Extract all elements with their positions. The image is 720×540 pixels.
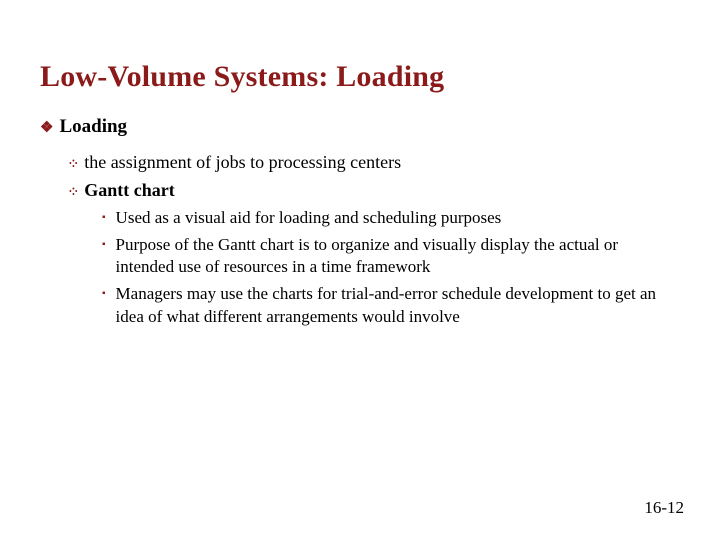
subbullet-visual-aid: ▪ Used as a visual aid for loading and s…	[102, 207, 680, 230]
bullet-text: the assignment of jobs to processing cen…	[84, 150, 401, 174]
slide-title: Low-Volume Systems: Loading	[40, 60, 680, 94]
bullet-assignment: ܀ the assignment of jobs to processing c…	[68, 150, 680, 174]
subbullet-text: Purpose of the Gantt chart is to organiz…	[116, 234, 660, 280]
slide: Low-Volume Systems: Loading ❖ Loading ܀ …	[0, 0, 720, 540]
subbullet-text: Managers may use the charts for trial-an…	[116, 283, 660, 329]
swash-bullet-icon: ܀	[68, 150, 78, 174]
bullet-text: Gantt chart	[84, 178, 174, 202]
square-bullet-icon: ▪	[102, 234, 106, 256]
square-bullet-icon: ▪	[102, 207, 106, 229]
subbullet-managers: ▪ Managers may use the charts for trial-…	[102, 283, 680, 329]
swash-bullet-icon: ܀	[68, 178, 78, 202]
square-bullet-icon: ▪	[102, 283, 106, 305]
diamond-bullet-icon: ❖	[40, 116, 53, 140]
subbullet-text: Used as a visual aid for loading and sch…	[116, 207, 502, 230]
page-number: 16-12	[644, 498, 684, 518]
heading-text: Loading	[59, 116, 127, 138]
subbullet-purpose: ▪ Purpose of the Gantt chart is to organ…	[102, 234, 680, 280]
bullet-gantt: ܀ Gantt chart	[68, 178, 680, 202]
heading-loading: ❖ Loading	[40, 116, 680, 140]
